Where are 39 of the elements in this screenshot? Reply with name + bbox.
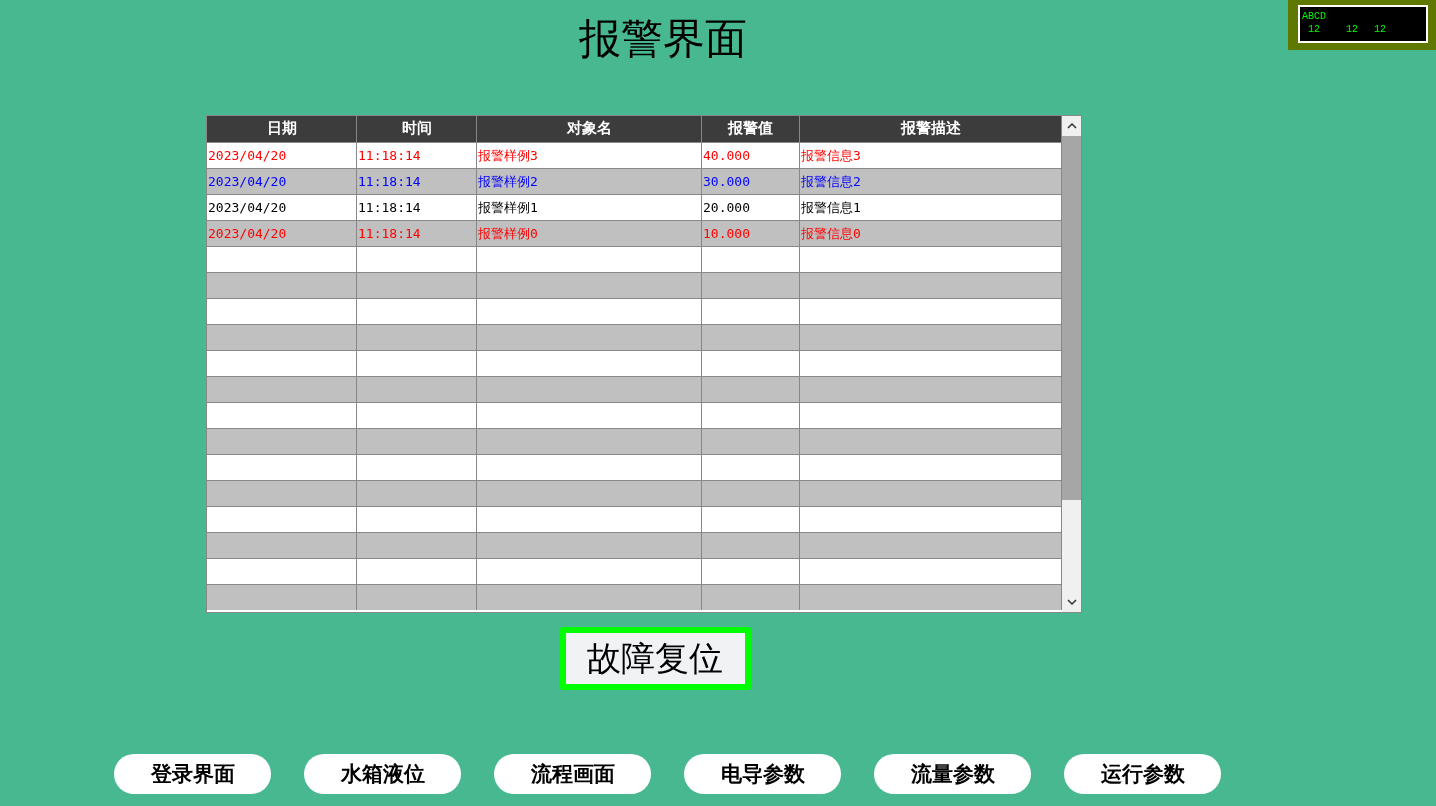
nav-button[interactable]: 流程画面 (494, 754, 651, 794)
table-cell: 11:18:14 (357, 142, 477, 168)
column-header: 报警描述 (800, 116, 1062, 142)
table-cell: 11:18:14 (357, 220, 477, 246)
column-header: 时间 (357, 116, 477, 142)
table-cell: 40.000 (702, 142, 800, 168)
table-cell: 11:18:14 (357, 194, 477, 220)
table-cell: 报警信息3 (800, 142, 1062, 168)
table-cell: 2023/04/20 (207, 220, 357, 246)
display-text: ABCD (1302, 10, 1327, 23)
scroll-thumb[interactable] (1062, 136, 1081, 500)
scrollbar[interactable] (1062, 116, 1081, 612)
table-cell: 20.000 (702, 194, 800, 220)
table-cell: 报警信息1 (800, 194, 1062, 220)
nav-button[interactable]: 电导参数 (684, 754, 841, 794)
nav-button[interactable]: 水箱液位 (304, 754, 461, 794)
table-cell: 30.000 (702, 168, 800, 194)
table-cell: 2023/04/20 (207, 194, 357, 220)
display-value: 12 (1374, 23, 1387, 36)
table-cell: 报警信息0 (800, 220, 1062, 246)
nav-button[interactable]: 登录界面 (114, 754, 271, 794)
column-header: 报警值 (702, 116, 800, 142)
table-cell: 报警样例1 (477, 194, 702, 220)
table-cell: 报警信息2 (800, 168, 1062, 194)
nav-button[interactable]: 流量参数 (874, 754, 1031, 794)
table-cell: 报警样例0 (477, 220, 702, 246)
display-value: 12 (1308, 23, 1320, 36)
nav-button[interactable]: 运行参数 (1064, 754, 1221, 794)
table-cell: 报警样例3 (477, 142, 702, 168)
table-cell: 2023/04/20 (207, 142, 357, 168)
display-value: 12 (1346, 23, 1359, 36)
table-cell: 10.000 (702, 220, 800, 246)
table-cell: 报警样例2 (477, 168, 702, 194)
table-cell: 2023/04/20 (207, 168, 357, 194)
column-header: 对象名 (477, 116, 702, 142)
fault-reset-button[interactable]: 故障复位 (559, 627, 751, 690)
page-title: 报警界面 (579, 14, 747, 64)
table-cell: 11:18:14 (357, 168, 477, 194)
column-header: 日期 (207, 116, 357, 142)
